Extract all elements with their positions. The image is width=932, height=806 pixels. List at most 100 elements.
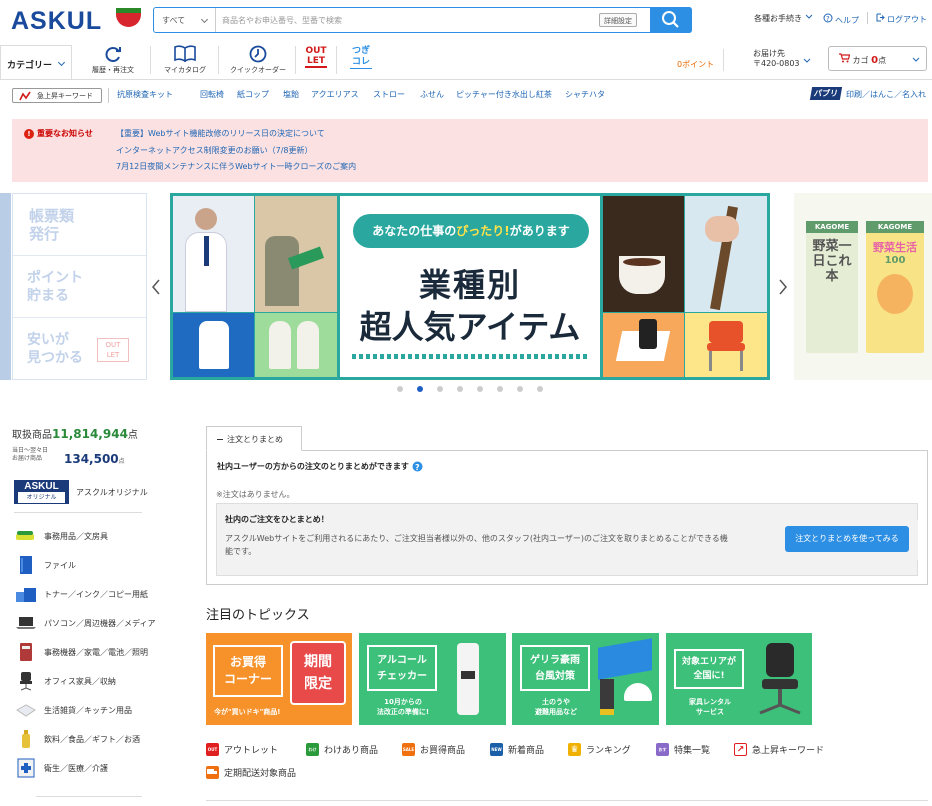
quick-link-trending[interactable]: ↗ 急上昇キーワード	[734, 743, 824, 756]
svg-text:?: ?	[415, 463, 420, 472]
category-item[interactable]: トナー／インク／コピー用紙	[14, 581, 164, 607]
cart-button[interactable]: カゴ 0点	[828, 46, 927, 71]
category-item[interactable]: 生活雑貨／キッチン用品	[14, 697, 164, 723]
topic-tile-rental[interactable]: 対象エリアが 全国に! 家具レンタル サービス	[666, 633, 812, 725]
next-slide-char: 日	[812, 254, 826, 269]
keyword-link[interactable]: アクエリアス	[311, 89, 359, 100]
topic-tile-sub: 今が"買いドキ"商品!	[214, 708, 281, 716]
quick-link-sale[interactable]: SALE お買得商品	[402, 743, 465, 756]
banner-center: あなたの仕事のぴったり!があります 業種別 超人気アイテム	[340, 196, 600, 377]
procedures-label: 各種お手続き	[754, 14, 802, 23]
search-input[interactable]	[222, 12, 602, 28]
divider	[150, 46, 151, 74]
askul-original-logo[interactable]: ASKUL オリジナル	[14, 480, 69, 504]
category-item[interactable]: 飲料／食品／ギフト／お酒	[14, 726, 164, 752]
banner-pill-highlight: ぴったり!	[456, 224, 510, 238]
askul-original-link[interactable]: アスクルオリジナル	[76, 487, 148, 498]
askul-logo[interactable]: ASKUL	[11, 7, 102, 36]
coffee-photo	[603, 196, 684, 312]
quick-link-subscription[interactable]: 定期配送対象商品	[206, 766, 296, 779]
category-item[interactable]: 衛生／医療／介護	[14, 755, 164, 781]
next-slide-text: 野菜生活	[873, 241, 917, 254]
keyword-link[interactable]: ふせん	[420, 89, 444, 100]
keyword-link[interactable]: 塩飴	[283, 89, 299, 100]
quick-link-outlet[interactable]: OUT アウトレット	[206, 743, 278, 756]
shredder-icon	[20, 643, 32, 661]
points-display[interactable]: 0ポイント	[677, 59, 714, 70]
keyword-link[interactable]: 回転椅	[200, 89, 224, 100]
divider	[867, 12, 868, 24]
cart-icon	[839, 53, 851, 63]
quick-link-wakeari[interactable]: わけ わけあり商品	[306, 743, 378, 756]
carousel-dot[interactable]	[477, 386, 483, 392]
search-button[interactable]	[650, 7, 692, 33]
carousel-dot[interactable]	[517, 386, 523, 392]
quick-link-new[interactable]: NEW 新着商品	[490, 743, 544, 756]
care-photo	[685, 196, 767, 312]
outlet-icon: OUT	[206, 743, 219, 756]
pabri-link[interactable]: 印刷／はんこ／名入れ	[846, 89, 926, 100]
notice-link[interactable]: 7月12日夜間メンテナンスに伴うWebサイト一時クローズのご案内	[116, 161, 356, 172]
carousel-dot[interactable]	[457, 386, 463, 392]
history-reorder-button[interactable]: 履歴・再注文	[82, 43, 144, 75]
banner-previous-slide[interactable]: 帳票類 発行 ポイント 貯まる 安いが 見つかる OUT LET	[12, 193, 147, 380]
quick-order-button[interactable]: クイックオーダー	[227, 43, 289, 75]
tsugikore-button[interactable]: つぎ コレ	[350, 46, 372, 69]
carousel-dot[interactable]	[497, 386, 503, 392]
search-scope-select[interactable]: すべて	[154, 8, 216, 32]
keyword-link[interactable]: 紙コップ	[237, 89, 269, 100]
keyword-link[interactable]: ストロー	[373, 89, 405, 100]
clock-icon	[249, 45, 267, 63]
outlet-button[interactable]: OUT LET	[305, 46, 327, 68]
gloves-tile	[255, 313, 337, 377]
category-item[interactable]: 事務用品／文房具	[14, 523, 164, 549]
logout-link[interactable]: ログアウト	[876, 13, 927, 25]
keyword-link[interactable]: 抗原検査キット	[117, 89, 173, 100]
procedures-link[interactable]: 各種お手続き	[754, 13, 813, 24]
keyword-link[interactable]: シャチハタ	[565, 89, 605, 100]
trending-keywords-button[interactable]: 急上昇キーワード	[12, 88, 102, 103]
chevron-left-icon[interactable]	[150, 278, 162, 296]
help-link[interactable]: ? ヘルプ	[823, 13, 859, 26]
banner-main-slide[interactable]: あなたの仕事のぴったり!があります 業種別 超人気アイテム	[170, 193, 770, 380]
product-count-unit: 点	[127, 430, 138, 441]
advanced-search-button[interactable]: 詳細設定	[599, 13, 637, 27]
next-slide-char: 本	[825, 269, 839, 284]
white-coat-tile	[173, 313, 254, 377]
trending-keywords-label: 急上昇キーワード	[37, 92, 93, 100]
notice-link[interactable]: インターネットアクセス制限変更のお願い（7/8更新）	[116, 145, 312, 156]
category-item[interactable]: パソコン／周辺機器／メディア	[14, 610, 164, 636]
next-day-value: 134,500	[64, 452, 119, 466]
order-info-title: 社内のご注文をひとまとめ！	[225, 515, 329, 524]
carousel-dot[interactable]	[397, 386, 403, 392]
pabri-logo[interactable]: パブリ	[809, 87, 843, 100]
keyword-link[interactable]: ピッチャー付き水出し紅茶	[456, 89, 552, 100]
order-consolidation-tab[interactable]: 注文とりまとめ	[206, 426, 302, 451]
use-order-consolidation-button[interactable]: 注文とりまとめを使ってみる	[785, 526, 909, 552]
carousel-dot[interactable]	[537, 386, 543, 392]
quick-link-ranking[interactable]: ♛ ランキング	[568, 743, 631, 756]
help-icon[interactable]: ?	[412, 461, 423, 472]
topic-tile-bargain[interactable]: お買得 コーナー 期間 限定 今が"買いドキ"商品!	[206, 633, 352, 725]
topic-tile-title: アルコール チェッカー	[367, 645, 437, 691]
product-count-value: 11,814,944	[52, 427, 128, 441]
stapler-icon	[16, 531, 34, 540]
topic-tile-storm[interactable]: ゲリラ豪雨 台風対策 土のうや 避難用品など	[512, 633, 659, 725]
search-icon	[662, 11, 679, 28]
delivery-address[interactable]: お届け先 〒420-0803	[753, 49, 800, 69]
file-icon	[20, 556, 32, 574]
my-catalog-button[interactable]: マイカタログ	[156, 43, 214, 75]
carousel-dot[interactable]	[437, 386, 443, 392]
topic-tile-alcohol[interactable]: アルコール チェッカー 10月からの 法改正の準備に!	[359, 633, 506, 725]
banner-next-slide[interactable]: KAGOME 野菜一日これ本 KAGOME 野菜生活 100	[794, 193, 932, 380]
notice-link[interactable]: 【重要】Webサイト機能改修のリリース日の決定について	[116, 128, 325, 139]
category-menu-button[interactable]: カテゴリー	[0, 45, 72, 80]
category-item[interactable]: オフィス家具／収納	[14, 668, 164, 694]
category-item[interactable]: 事務機器／家電／電池／照明	[14, 639, 164, 665]
quick-link-label: アウトレット	[224, 746, 279, 756]
next-day-unit: 点	[118, 458, 125, 465]
chevron-right-icon[interactable]	[777, 278, 789, 296]
category-item[interactable]: ファイル	[14, 552, 164, 578]
quick-link-features[interactable]: おす 特集一覧	[656, 743, 710, 756]
carousel-dot[interactable]	[417, 386, 423, 392]
